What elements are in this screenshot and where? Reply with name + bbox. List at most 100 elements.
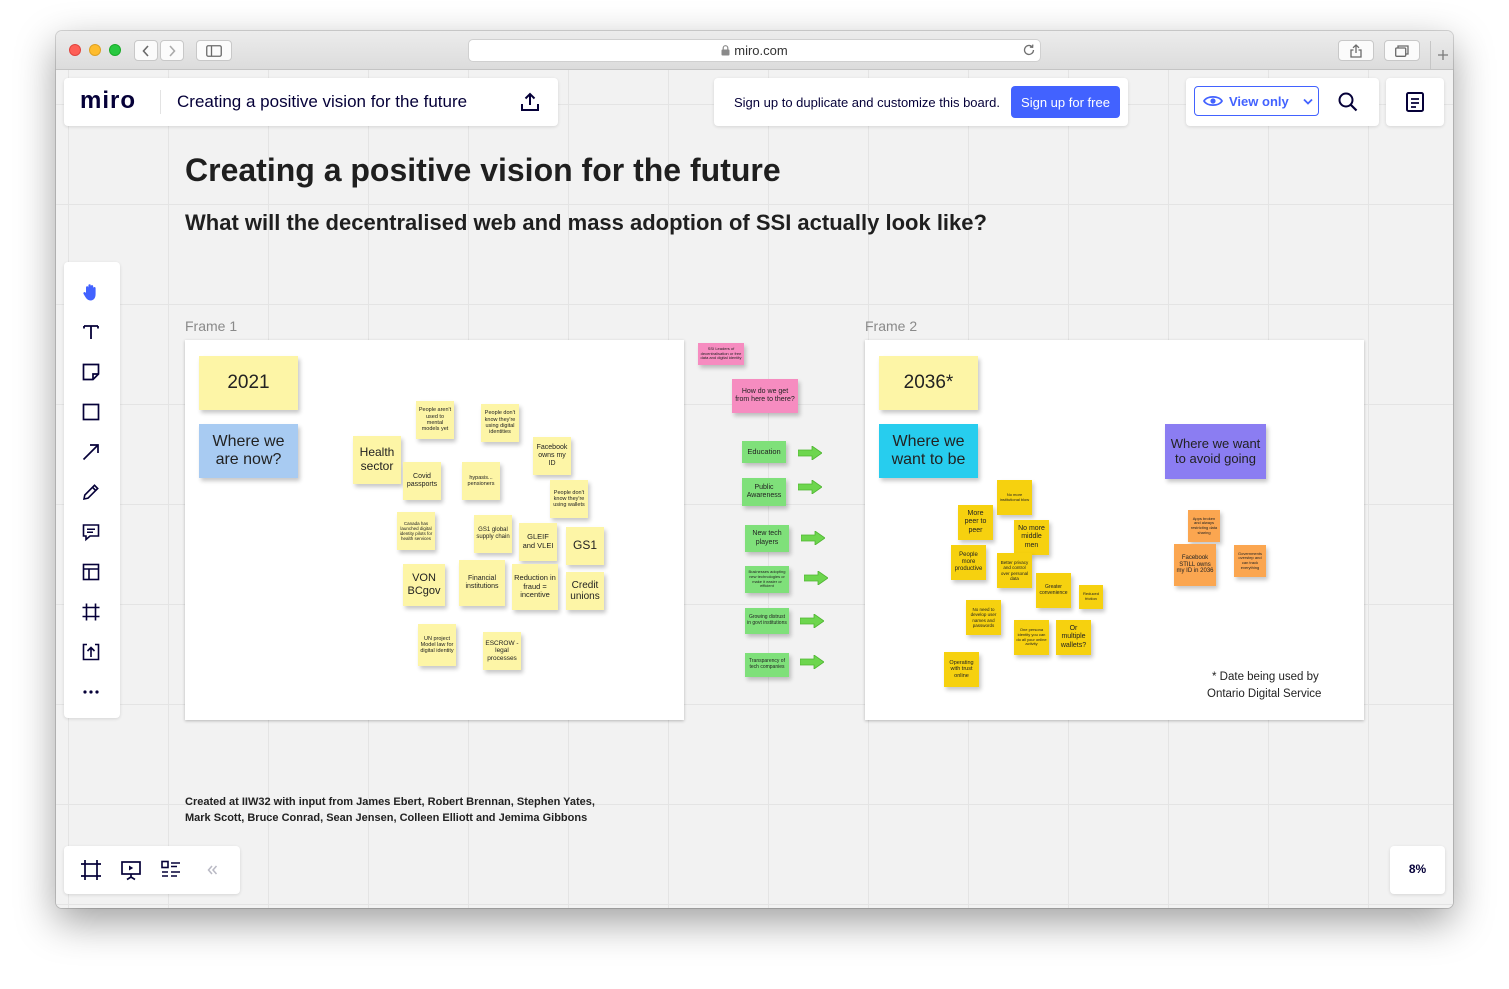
sticky-note[interactable]: Education xyxy=(742,441,786,463)
sticky-note[interactable]: 2036* xyxy=(879,356,978,410)
sticky-note[interactable]: Businesses adopting new technologies or … xyxy=(745,566,789,593)
sticky-note[interactable]: Transparency of tech companies xyxy=(745,653,789,677)
sticky-note[interactable]: Governments overstep and can track every… xyxy=(1234,545,1266,577)
text-icon xyxy=(83,325,99,339)
tabs-overview-button[interactable] xyxy=(1384,40,1420,61)
sticky-note[interactable]: Growing distrust in govt institutions xyxy=(745,608,789,634)
bottom-toolbar xyxy=(64,846,240,894)
zoom-level[interactable]: 8% xyxy=(1390,862,1445,876)
frame-2-label[interactable]: Frame 2 xyxy=(865,318,917,334)
arrow-shape[interactable] xyxy=(804,571,828,585)
credits-line-2: Mark Scott, Bruce Conrad, Sean Jensen, C… xyxy=(185,812,588,824)
pen-tool[interactable] xyxy=(81,482,101,502)
layout-icon xyxy=(82,563,100,581)
zoom-window-icon[interactable] xyxy=(109,44,121,56)
comment-icon xyxy=(82,524,100,542)
upload-icon xyxy=(82,643,100,661)
shape-tool[interactable] xyxy=(81,402,101,422)
sticky-note[interactable]: Greater convenience xyxy=(1036,573,1071,608)
frame-2[interactable]: 2036* Where we want to be Where we want … xyxy=(865,340,1364,720)
connection-line-tool[interactable] xyxy=(81,442,101,462)
upload-tool[interactable] xyxy=(81,642,101,662)
sticky-note[interactable]: Where we want to avoid going xyxy=(1165,424,1266,479)
sticky-note[interactable]: Apps broken and always restricting data … xyxy=(1188,510,1220,542)
board-outline-button[interactable] xyxy=(160,859,182,881)
hand-tool[interactable] xyxy=(81,282,101,302)
export-button[interactable] xyxy=(518,90,542,114)
view-only-dropdown[interactable]: View only xyxy=(1194,86,1319,116)
presentation-button[interactable] xyxy=(120,859,142,881)
browser-toolbar: miro.com xyxy=(56,31,1453,70)
arrow-shape[interactable] xyxy=(800,614,824,628)
reload-icon[interactable] xyxy=(1022,43,1036,57)
back-button[interactable] xyxy=(134,40,158,61)
board-notes-button[interactable] xyxy=(1404,90,1426,114)
sticky-note[interactable]: SSI Leaders of decentralisation or free … xyxy=(698,343,744,365)
sticky-note[interactable]: Financial institutions xyxy=(459,560,505,606)
lock-icon xyxy=(721,45,730,56)
text-tool[interactable] xyxy=(81,322,101,342)
arrow-shape[interactable] xyxy=(798,446,822,460)
frame-1[interactable]: 2021 Where we are now? People aren't use… xyxy=(185,340,684,720)
sticky-note[interactable]: UN project Model law for digital identit… xyxy=(418,624,456,666)
arrow-shape[interactable] xyxy=(798,480,822,494)
minimize-window-icon[interactable] xyxy=(89,44,101,56)
sticky-note[interactable]: No more institutional blow xyxy=(997,480,1032,515)
frame-1-label[interactable]: Frame 1 xyxy=(185,318,237,334)
sticky-note[interactable]: Public Awareness xyxy=(742,478,786,506)
list-icon xyxy=(161,860,180,877)
sticky-note[interactable]: Facebook owns my ID xyxy=(533,437,571,475)
search-button[interactable] xyxy=(1336,90,1360,114)
sticky-note[interactable]: GS1 global supply chain xyxy=(474,515,512,553)
sticky-note[interactable]: Facebook STILL owns my ID in 2036 xyxy=(1174,544,1216,586)
sticky-note[interactable]: hypasis... pensioners xyxy=(462,462,500,500)
sticky-note[interactable]: New tech players xyxy=(745,525,789,552)
share-button[interactable] xyxy=(1338,40,1374,61)
frames-button[interactable] xyxy=(80,859,102,881)
sticky-note[interactable]: Reduction in fraud = incentive xyxy=(512,564,558,610)
collapse-toolbar-button[interactable] xyxy=(205,863,219,877)
sticky-note[interactable]: No need to develop user names and passwo… xyxy=(966,600,1001,635)
sticky-note[interactable]: GLEIF and VLEI xyxy=(519,523,557,561)
sticky-note[interactable]: 2021 xyxy=(199,356,298,410)
sticky-note[interactable]: People don't know they're using wallets xyxy=(550,480,588,518)
sticky-note[interactable]: Or multiple wallets? xyxy=(1056,620,1091,655)
arrow-shape[interactable] xyxy=(800,655,824,669)
sticky-note[interactable]: VON BCgov xyxy=(403,564,445,606)
sticky-note[interactable]: People don't know they're using digital … xyxy=(481,404,519,442)
arrow-shape[interactable] xyxy=(801,531,825,545)
search-icon xyxy=(1338,92,1358,112)
sticky-note[interactable]: Canada has launched digital identity pil… xyxy=(397,512,435,550)
sticky-note[interactable]: Where we are now? xyxy=(199,424,298,478)
close-window-icon[interactable] xyxy=(69,44,81,56)
sticky-note[interactable]: Reduced friction xyxy=(1079,585,1103,609)
more-tools-button[interactable] xyxy=(81,682,101,702)
sticky-note-tool[interactable] xyxy=(81,362,101,382)
sticky-note[interactable]: GS1 xyxy=(566,527,604,565)
sticky-note[interactable]: Credit unions xyxy=(566,572,604,610)
address-bar[interactable]: miro.com xyxy=(468,39,1041,62)
sticky-note[interactable]: No more middle men xyxy=(1014,520,1049,555)
miro-logo[interactable]: miro xyxy=(80,87,136,115)
sticky-note[interactable]: More peer to peer xyxy=(958,505,993,540)
signup-button[interactable]: Sign up for free xyxy=(1011,86,1120,118)
sticky-note[interactable]: People more productive xyxy=(951,545,986,580)
sticky-note[interactable]: One persona identity you can do all your… xyxy=(1014,620,1049,655)
sticky-note[interactable]: Where we want to be xyxy=(879,424,978,478)
board-canvas[interactable]: miro Creating a positive vision for the … xyxy=(56,70,1453,908)
sticky-note-icon xyxy=(82,363,100,381)
sticky-note[interactable]: Operating with trust online xyxy=(944,652,979,687)
frame-tool[interactable] xyxy=(81,602,101,622)
sticky-note[interactable]: Covid passports xyxy=(403,462,441,500)
sidebar-toggle-button[interactable] xyxy=(196,40,232,61)
templates-tool[interactable] xyxy=(81,562,101,582)
sticky-note[interactable]: How do we get from here to there? xyxy=(732,379,798,413)
sticky-note[interactable]: People aren't used to mental models yet xyxy=(416,401,454,439)
sticky-note[interactable]: ESCROW - legal processes xyxy=(483,632,521,670)
sticky-note[interactable]: Better privacy and control over personal… xyxy=(997,553,1032,588)
comment-tool[interactable] xyxy=(81,522,101,542)
board-title[interactable]: Creating a positive vision for the futur… xyxy=(177,92,467,112)
new-tab-button[interactable] xyxy=(1430,41,1453,69)
sticky-note[interactable]: Health sector xyxy=(353,436,401,484)
forward-button[interactable] xyxy=(160,40,184,61)
